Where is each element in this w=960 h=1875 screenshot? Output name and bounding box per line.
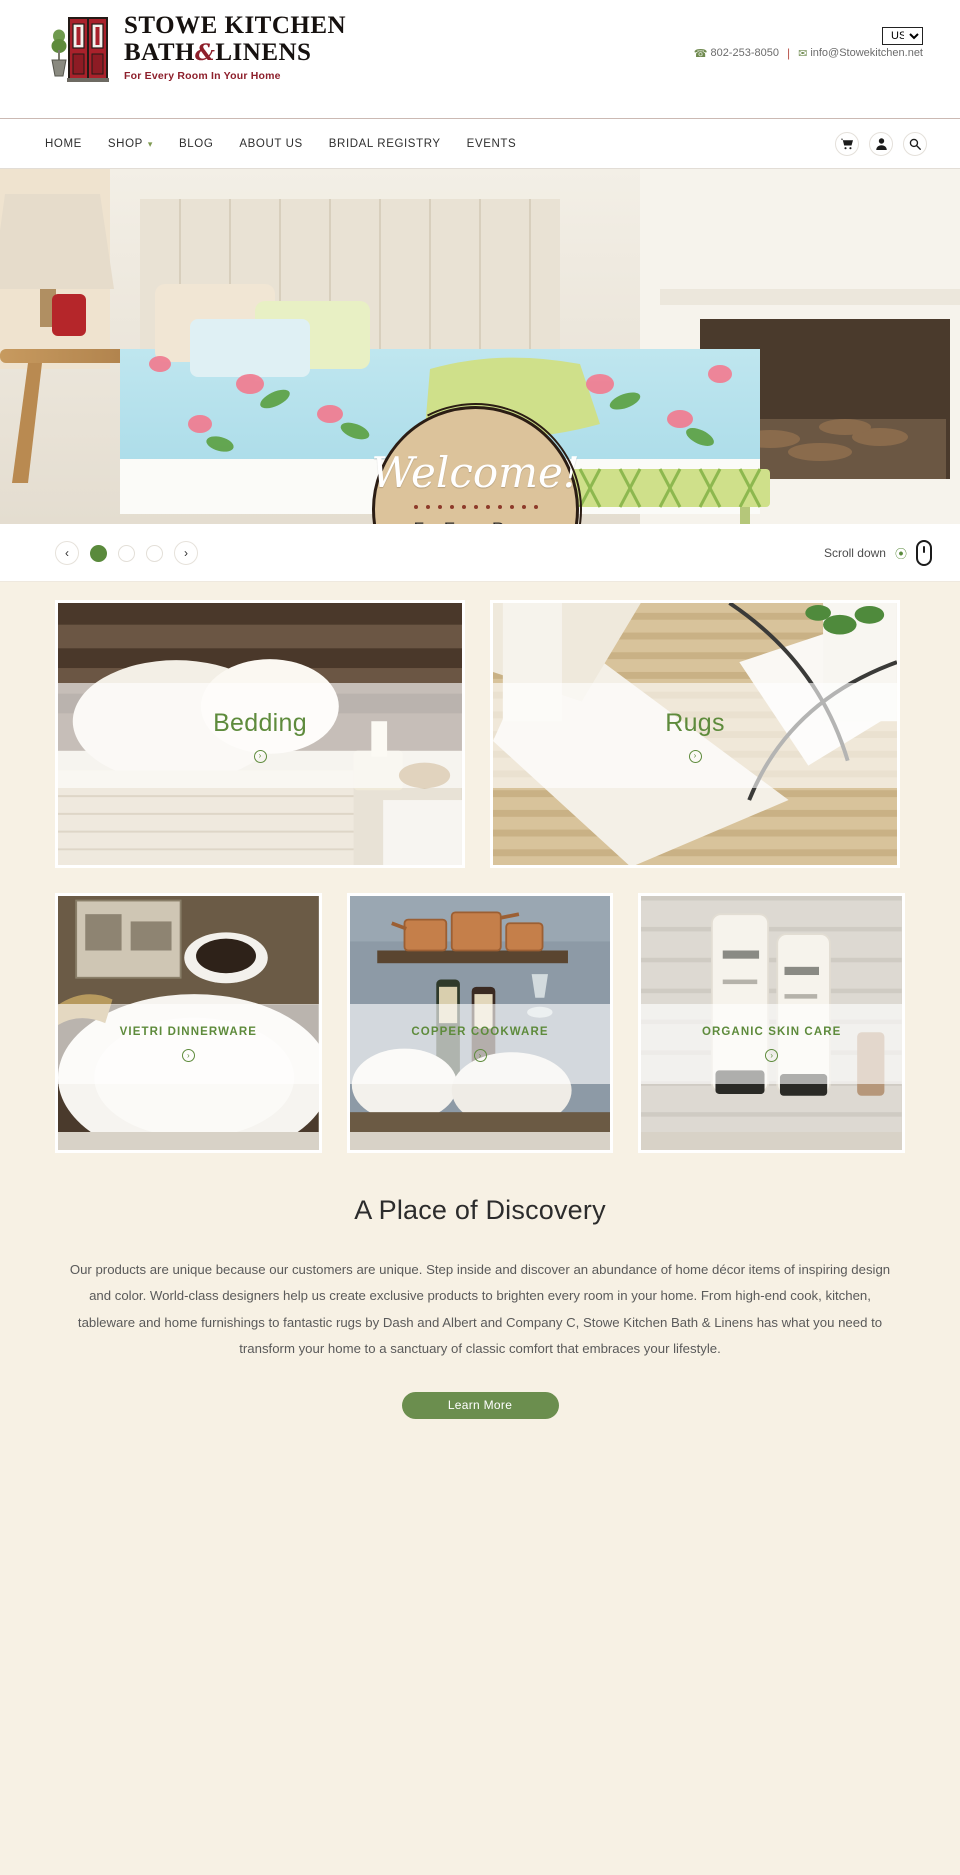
hero-welcome-script: Welcome! [371, 447, 580, 497]
learn-more-button[interactable]: Learn More [401, 1391, 559, 1419]
category-title: VIETRI DINNERWARE [119, 1026, 257, 1038]
carousel-dot-1[interactable] [90, 544, 107, 562]
carousel-next-button[interactable]: › [174, 541, 198, 565]
arrow-down-circle-icon: ⦿ [894, 546, 907, 561]
nav-menu: HOME SHOP ▾ BLOG ABOUT US BRIDAL REGISTRY… [45, 119, 516, 169]
logo-wordmark: STOWE KITCHEN BATH&LINENS For Every Room… [124, 13, 346, 82]
tile-overlay: Rugs › [493, 683, 897, 788]
category-row-large: Bedding › Rugs › [55, 600, 905, 868]
nav-item-home[interactable]: HOME [45, 138, 82, 150]
carousel-dot-3[interactable] [146, 544, 163, 562]
phone-number: 802-253-8050 [710, 47, 779, 59]
category-row-small: VIETRI DINNERWARE › COPPER COOKWARE › OR… [55, 893, 906, 1153]
carousel-control-bar: ‹ › Scroll down ⦿ [0, 524, 960, 582]
category-tile-vietri-dinnerware[interactable]: VIETRI DINNERWARE › [55, 893, 322, 1153]
nav-item-blog[interactable]: BLOG [179, 138, 213, 150]
email-link[interactable]: ✉ info@Stowekitchen.net [798, 47, 923, 60]
envelope-icon: ✉ [798, 47, 808, 60]
nav-label: HOME [45, 138, 82, 150]
carousel-dot-2[interactable] [118, 544, 135, 562]
nav-label: BRIDAL REGISTRY [328, 138, 441, 150]
carousel-prev-button[interactable]: ‹ [55, 541, 79, 565]
nav-item-bridal-registry[interactable]: BRIDAL REGISTRY [329, 138, 441, 150]
category-tile-rugs[interactable]: Rugs › [490, 600, 900, 868]
category-tile-organic-skin-care[interactable]: ORGANIC SKIN CARE › [638, 893, 906, 1153]
tile-overlay: Bedding › [58, 683, 462, 788]
arrow-right-circle-icon: › [253, 749, 267, 763]
nav-item-about-us[interactable]: ABOUT US [239, 138, 302, 150]
nav-item-events[interactable]: EVENTS [467, 138, 517, 150]
category-tile-copper-cookware[interactable]: COPPER COOKWARE › [346, 893, 614, 1153]
logo-line-1: STOWE KITCHEN [124, 11, 347, 39]
nav-label: EVENTS [466, 138, 517, 150]
arrow-right-circle-icon: › [688, 749, 702, 763]
hero-banner[interactable]: Welcome! For Every Room In Your Home [0, 169, 960, 524]
site-header: STOWE KITCHEN BATH&LINENS For Every Room… [0, 0, 960, 119]
logo-line-2: BATH&LINENS [124, 38, 312, 66]
search-icon[interactable] [903, 132, 927, 156]
tile-overlay: COPPER COOKWARE › [349, 1004, 611, 1084]
arrow-right-circle-icon: › [473, 1049, 487, 1062]
category-section: Bedding › Rugs › VIETRI DINNERWARE › COP… [0, 582, 960, 1153]
discovery-paragraph: Our products are unique because our cust… [69, 1262, 891, 1357]
currency-select[interactable]: USD [882, 27, 923, 45]
tile-overlay: VIETRI DINNERWARE › [58, 1004, 319, 1084]
discovery-section: A Place of Discovery Our products are un… [0, 1153, 960, 1419]
nav-label: BLOG [179, 138, 214, 150]
phone-icon: ☎ [693, 47, 708, 60]
category-title: COPPER COOKWARE [411, 1026, 549, 1038]
arrow-right-circle-icon: › [181, 1049, 195, 1062]
carousel-nav: ‹ › [55, 524, 198, 582]
email-address: info@Stowekitchen.net [810, 47, 923, 59]
category-tile-bedding[interactable]: Bedding › [55, 600, 465, 868]
logo-tagline: For Every Room In Your Home [124, 69, 281, 82]
category-title: ORGANIC SKIN CARE [701, 1026, 842, 1038]
mouse-icon [916, 540, 932, 566]
scroll-down-indicator[interactable]: Scroll down ⦿ [824, 524, 932, 582]
scroll-down-label: Scroll down [823, 546, 886, 560]
account-icon[interactable] [869, 132, 893, 156]
arrow-right-circle-icon: › [765, 1049, 779, 1062]
category-title: Rugs [665, 708, 725, 737]
nav-item-shop[interactable]: SHOP ▾ [108, 138, 153, 150]
chevron-down-icon: ▾ [147, 138, 154, 149]
red-double-door-logo-icon [45, 10, 117, 84]
main-navigation: HOME SHOP ▾ BLOG ABOUT US BRIDAL REGISTRY… [0, 119, 960, 169]
nav-label: ABOUT US [239, 138, 303, 150]
hero-dot-divider [413, 504, 538, 509]
phone-link[interactable]: ☎ 802-253-8050 [694, 47, 779, 60]
header-contact-row: ☎ 802-253-8050 | ✉ info@Stowekitchen.net [694, 46, 923, 60]
cart-icon[interactable] [835, 132, 859, 156]
category-title: Bedding [213, 708, 307, 737]
nav-icon-group [835, 119, 927, 169]
contact-separator: | [786, 46, 791, 60]
discovery-title: A Place of Discovery [354, 1195, 606, 1225]
site-logo[interactable]: STOWE KITCHEN BATH&LINENS For Every Room… [45, 10, 346, 84]
tile-overlay: ORGANIC SKIN CARE › [641, 1004, 903, 1084]
nav-label: SHOP [107, 138, 143, 150]
